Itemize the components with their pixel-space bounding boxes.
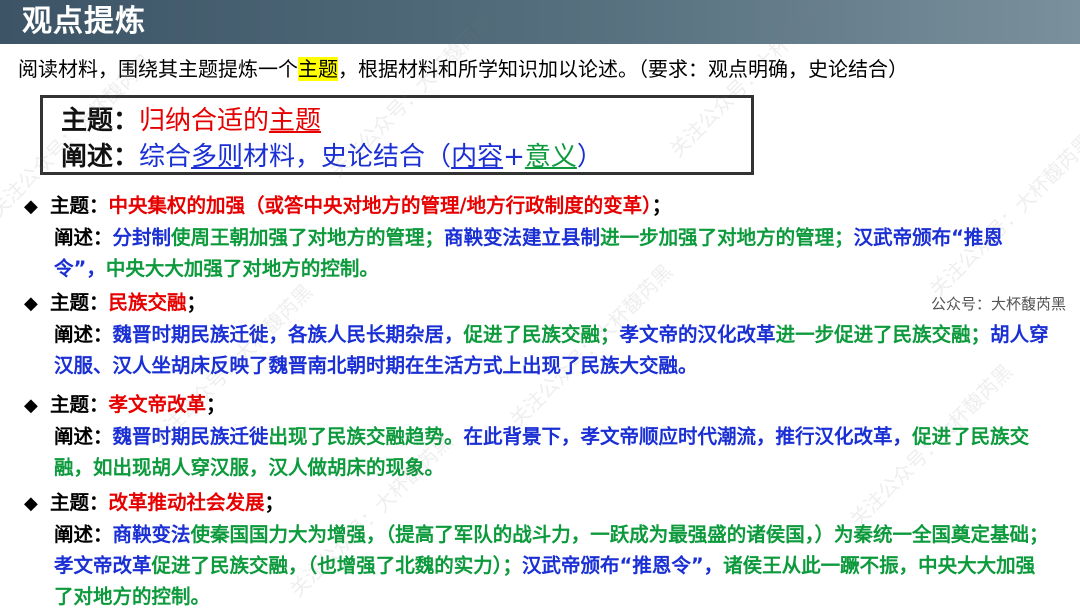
point-explain: 阐述：魏晋时期民族迁徙出现了民族交融趋势。在此背景下，孝文帝顺应时代潮流，推行汉… <box>24 421 1054 483</box>
page-title: 观点提炼 <box>22 4 146 39</box>
explain-segment: 中央大大加强了对地方的控制。 <box>105 257 379 280</box>
requirement-explain-part: + <box>503 142 525 172</box>
point-explain-label: 阐述： <box>54 323 113 346</box>
requirement-explain-part: 内容 <box>451 142 504 172</box>
explain-segment: 进一步促进了民族交融； <box>775 323 991 346</box>
point-item-3: ◆ 主题：孝文帝改革； 阐述：魏晋时期民族迁徙出现了民族交融趋势。在此背景下，孝文… <box>24 389 1054 483</box>
point-explain: 阐述：商鞅变法使秦国国力大为增强，（提高了军队的战斗力，一跃成为最强盛的诸侯国，… <box>24 519 1054 612</box>
point-explain: 阐述：分封制使周王朝加强了对地方的管理；商鞅变法建立县制进一步加强了对地方的管理… <box>24 222 1054 284</box>
requirement-explain-part: ） <box>576 142 603 172</box>
explain-segment: 商鞅变法建立县制 <box>444 226 601 249</box>
point-theme-end: ； <box>206 393 226 416</box>
explain-segment: 出现了民族交融趋势。 <box>268 425 464 448</box>
explain-segment: 汉武帝颁布“推恩令”， <box>522 554 724 577</box>
instruction-highlight: 主题 <box>298 57 338 81</box>
point-item-2: ◆ 主题：民族交融； 阐述：魏晋时期民族迁徙，各族人民长期杂居，促进了民族交融；孝… <box>24 287 1054 381</box>
requirement-explain-part: 材料，史论结合（ <box>243 142 452 172</box>
point-theme-end: ； <box>651 194 672 217</box>
requirement-theme-label: 主题： <box>61 106 140 136</box>
requirement-explain-line: 阐述：综合多则材料，史论结合（内容+意义） <box>61 136 603 173</box>
explain-segment: 商鞅变法 <box>112 523 191 546</box>
explain-segment: 促进了民族交融； <box>463 323 620 346</box>
instruction-before: 阅读材料，围绕其主题提炼一个 <box>18 57 298 81</box>
explain-segment: 孝文帝改革 <box>54 554 152 577</box>
point-explain: 阐述：魏晋时期民族迁徙，各族人民长期杂居，促进了民族交融；孝文帝的汉化改革进一步… <box>24 319 1054 381</box>
explain-segment: 魏晋时期民族迁徙，各族人民长期杂居， <box>112 323 464 346</box>
requirement-explain-part: 多则 <box>191 142 244 172</box>
requirement-theme-text: 归纳合适的 <box>139 106 270 136</box>
explain-segment: 在此背景下，孝文帝顺应时代潮流，推行汉化改革， <box>463 425 913 448</box>
diamond-bullet-icon: ◆ <box>24 395 38 416</box>
point-explain-label: 阐述： <box>54 425 113 448</box>
point-theme: 孝文帝改革 <box>108 393 207 416</box>
requirement-explain-part: 综合 <box>139 142 192 172</box>
explain-segment: 孝文帝的汉化改革 <box>619 323 776 346</box>
instruction-text: 阅读材料，围绕其主题提炼一个主题，根据材料和所学知识加以论述。（要求：观点明确，… <box>18 53 1078 82</box>
requirement-theme-underlined: 主题 <box>269 106 322 136</box>
diamond-bullet-icon: ◆ <box>24 493 38 514</box>
explain-segment: 使周王朝加强了对地方的管理； <box>171 226 445 249</box>
instruction-after: ，根据材料和所学知识加以论述。（要求：观点明确，史论结合） <box>338 57 908 81</box>
point-theme: 改革推动社会发展 <box>108 491 265 514</box>
point-item-4: ◆ 主题：改革推动社会发展； 阐述：商鞅变法使秦国国力大为增强，（提高了军队的战斗… <box>24 487 1054 612</box>
requirement-explain-label: 阐述： <box>61 142 140 172</box>
explain-segment: 魏晋时期民族迁徙 <box>112 425 269 448</box>
point-theme-label: 主题： <box>50 393 109 416</box>
point-theme-label: 主题： <box>50 491 109 514</box>
explain-segment: 进一步加强了对地方的管理； <box>600 226 854 249</box>
explain-segment: 促进了民族交融，（也增强了北魏的实力）； <box>151 554 523 577</box>
title-bar: 观点提炼 <box>0 0 1080 44</box>
requirement-theme-line: 主题：归纳合适的主题 <box>61 100 321 137</box>
point-item-1: ◆ 主题：中央集权的加强（或答中央对地方的管理/地方行政制度的变革）； 阐述：分封… <box>24 190 1054 284</box>
point-theme-label: 主题： <box>50 194 109 217</box>
point-theme: 民族交融 <box>108 291 187 314</box>
point-theme-label: 主题： <box>50 291 109 314</box>
point-theme-end: ； <box>186 291 207 314</box>
point-explain-label: 阐述： <box>54 226 113 249</box>
point-explain-label: 阐述： <box>54 523 113 546</box>
explain-segment: 分封制 <box>112 226 172 249</box>
explain-segment: 使秦国国力大为增强，（提高了军队的战斗力，一跃成为最强盛的诸侯国，）为秦统一全国… <box>190 523 1049 546</box>
point-theme-end: ； <box>264 491 285 514</box>
diamond-bullet-icon: ◆ <box>24 196 38 217</box>
point-theme: 中央集权的加强（或答中央对地方的管理/地方行政制度的变革） <box>108 194 652 217</box>
diamond-bullet-icon: ◆ <box>24 293 38 314</box>
requirement-explain-part: 意义 <box>524 142 577 172</box>
requirements-box: 主题：归纳合适的主题 阐述：综合多则材料，史论结合（内容+意义） <box>40 95 754 175</box>
